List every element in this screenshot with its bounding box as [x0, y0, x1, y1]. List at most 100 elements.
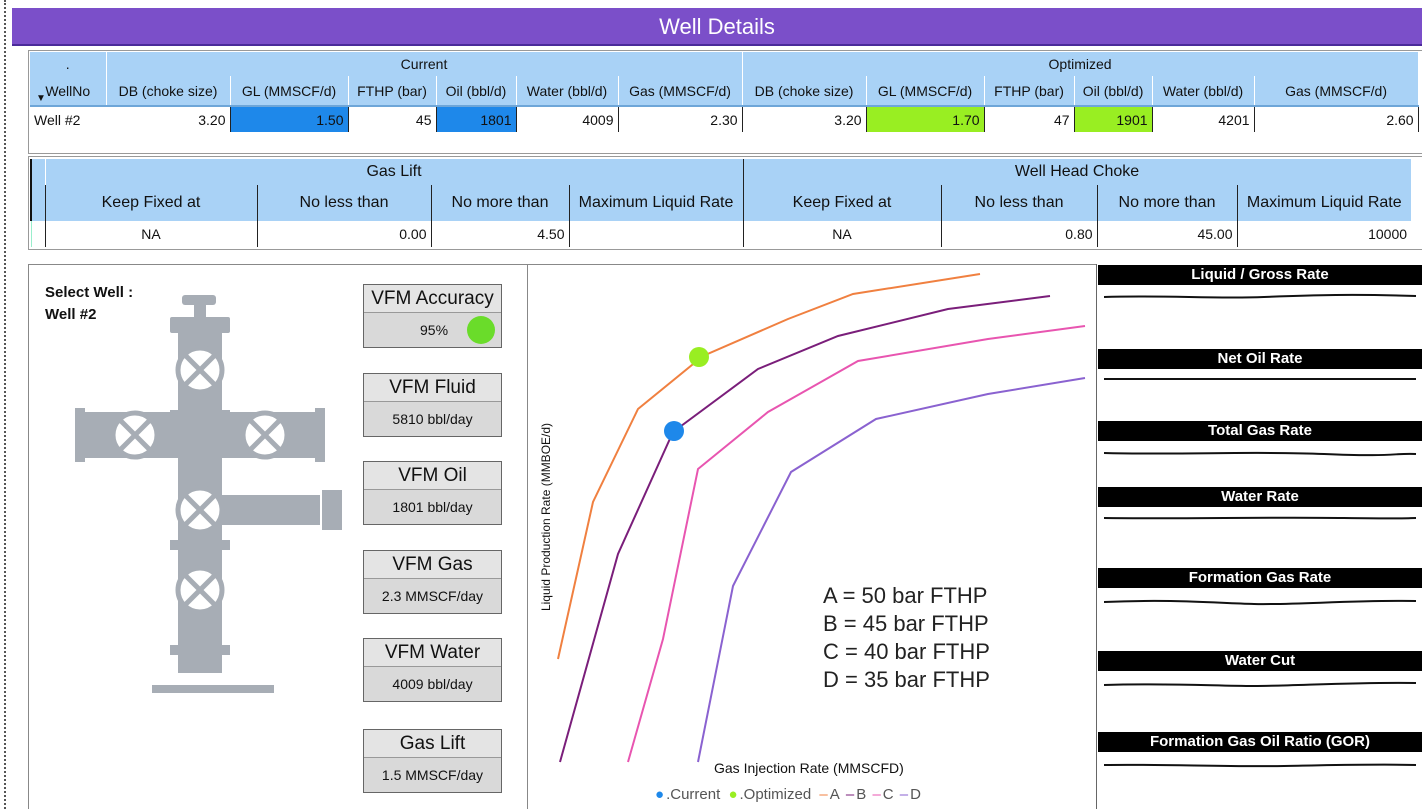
col-header[interactable]: Gas (MMSCF/d): [1254, 76, 1419, 107]
table-cell[interactable]: [569, 221, 744, 247]
col-header[interactable]: Maximum Liquid Rate: [1237, 185, 1412, 221]
gas-lift-card: Gas Lift 1.5 MMSCF/day: [363, 729, 502, 793]
sparkline: [1104, 378, 1416, 380]
group-corner: .: [30, 52, 107, 76]
table-cell[interactable]: 0.00: [257, 221, 432, 247]
table-cell[interactable]: 2.30: [618, 106, 743, 132]
col-header[interactable]: Oil (bbl/d): [436, 76, 517, 107]
legend-dot-icon: ●: [655, 786, 665, 803]
table-cell[interactable]: NA: [743, 221, 942, 247]
legend-current[interactable]: .Current: [666, 786, 722, 803]
curve-c: [627, 325, 1086, 763]
col-header[interactable]: No more than: [1097, 185, 1238, 221]
col-header[interactable]: FTHP (bar): [984, 76, 1075, 107]
vfm-value: 4009 bbl/day: [392, 676, 473, 692]
vfm-accuracy-card: VFM Accuracy 95%: [363, 284, 502, 348]
vfm-gas-card: VFM Gas 2.3 MMSCF/day: [363, 550, 502, 614]
row-header-cell: [30, 185, 46, 221]
group-optimized: Optimized: [742, 52, 1419, 76]
vfm-title: VFM Oil: [364, 462, 501, 490]
rate-panel-title: Formation Gas Oil Ratio (GOR): [1098, 732, 1422, 752]
legend-c[interactable]: C: [883, 786, 894, 803]
col-header[interactable]: No less than: [257, 185, 432, 221]
col-header[interactable]: GL (MMSCF/d): [866, 76, 985, 107]
table-cell[interactable]: 4009: [516, 106, 619, 132]
table-cell[interactable]: 0.80: [941, 221, 1098, 247]
performance-chart: [557, 273, 1086, 763]
rate-panel-title: Water Cut: [1098, 651, 1422, 671]
legend-optimized[interactable]: .Optimized: [740, 786, 814, 803]
rate-panels: [1096, 264, 1422, 809]
table-row[interactable]: Well #2 3.20 1.50 45 1801 4009 2.30 3.20…: [30, 106, 1419, 132]
table-cell[interactable]: 47: [984, 106, 1075, 132]
table-row[interactable]: NA 0.00 4.50 NA 0.80 45.00 10000: [30, 221, 1411, 247]
table-cell-highlight[interactable]: 1901: [1074, 106, 1153, 132]
legend-line-icon: –: [899, 786, 909, 803]
table-cell[interactable]: 45.00: [1097, 221, 1238, 247]
table-cell[interactable]: 2.60: [1254, 106, 1419, 132]
vfm-value: 95%: [364, 313, 501, 347]
table-cell[interactable]: 4.50: [431, 221, 570, 247]
legend-d[interactable]: D: [910, 786, 921, 803]
constraints-table: Gas Lift Well Head Choke Keep Fixed at N…: [30, 159, 1412, 247]
curve-d: [697, 377, 1086, 763]
col-wellno[interactable]: WellNo ▼: [30, 76, 107, 107]
legend-a[interactable]: A: [830, 786, 840, 803]
table-cell[interactable]: 10000: [1237, 221, 1411, 247]
wellhead-icon: [75, 295, 342, 693]
row-header-cell: [30, 159, 46, 185]
vfm-title: Gas Lift: [364, 730, 501, 758]
vfm-accuracy-value: 95%: [420, 322, 449, 338]
vfm-title: VFM Gas: [364, 551, 501, 579]
vfm-value: 1.5 MMSCF/day: [381, 767, 484, 783]
col-header[interactable]: DB (choke size): [742, 76, 867, 107]
col-header[interactable]: FTHP (bar): [348, 76, 437, 107]
sparkline: [1104, 451, 1417, 457]
col-header[interactable]: No less than: [941, 185, 1098, 221]
sparkline: [1104, 763, 1417, 768]
table-cell-highlight[interactable]: 1.70: [866, 106, 985, 132]
rate-panel-title: Net Oil Rate: [1098, 349, 1422, 369]
legend-line-icon: –: [872, 786, 881, 803]
col-header[interactable]: Maximum Liquid Rate: [569, 185, 744, 221]
vfm-title: VFM Fluid: [364, 374, 501, 402]
table-cell[interactable]: 4201: [1152, 106, 1255, 132]
col-header[interactable]: Keep Fixed at: [743, 185, 942, 221]
sparkline: [1104, 293, 1417, 299]
col-header[interactable]: Keep Fixed at: [45, 185, 258, 221]
rate-panel-title: Total Gas Rate: [1098, 421, 1422, 441]
vfm-water-card: VFM Water 4009 bbl/day: [363, 638, 502, 702]
table-cell[interactable]: 3.20: [742, 106, 867, 132]
table-cell-highlight[interactable]: 1801: [436, 106, 517, 132]
col-header[interactable]: Water (bbl/d): [1152, 76, 1255, 107]
cell-wellno[interactable]: Well #2: [30, 106, 106, 132]
vfm-value: 2.3 MMSCF/day: [381, 588, 484, 604]
annotation-d: D = 35 bar FTHP: [823, 667, 990, 692]
col-header[interactable]: No more than: [431, 185, 570, 221]
group-gas-lift: Gas Lift: [45, 159, 744, 185]
vfm-title: VFM Water: [364, 639, 501, 667]
rate-panel-title: Water Rate: [1098, 487, 1422, 507]
col-header[interactable]: Gas (MMSCF/d): [618, 76, 743, 107]
window-edge: [4, 0, 6, 809]
optimized-point[interactable]: [689, 347, 709, 367]
table-cell[interactable]: 3.20: [106, 106, 231, 132]
page-title: Well Details: [12, 8, 1422, 46]
sort-down-icon[interactable]: ▼: [36, 94, 46, 104]
current-point[interactable]: [664, 421, 684, 441]
table-cell[interactable]: NA: [45, 221, 258, 247]
well-details-page: Well Details . Current Optimized WellNo ▼…: [0, 0, 1422, 809]
row-lead-cell: [30, 221, 46, 247]
col-header[interactable]: Oil (bbl/d): [1074, 76, 1153, 107]
group-well-head-choke: Well Head Choke: [743, 159, 1412, 185]
col-header[interactable]: DB (choke size): [106, 76, 231, 107]
table-cell-highlight[interactable]: 1.50: [230, 106, 349, 132]
sparkline: [1104, 516, 1417, 520]
chart-legend: ● .Current ● .Optimized – A – B – C – D: [655, 786, 923, 803]
col-header[interactable]: GL (MMSCF/d): [230, 76, 349, 107]
group-current: Current: [106, 52, 743, 76]
table-cell[interactable]: 45: [348, 106, 437, 132]
legend-b[interactable]: B: [856, 786, 866, 803]
col-header[interactable]: Water (bbl/d): [516, 76, 619, 107]
chart-annotations: A = 50 bar FTHP B = 45 bar FTHP C = 40 b…: [823, 582, 990, 694]
